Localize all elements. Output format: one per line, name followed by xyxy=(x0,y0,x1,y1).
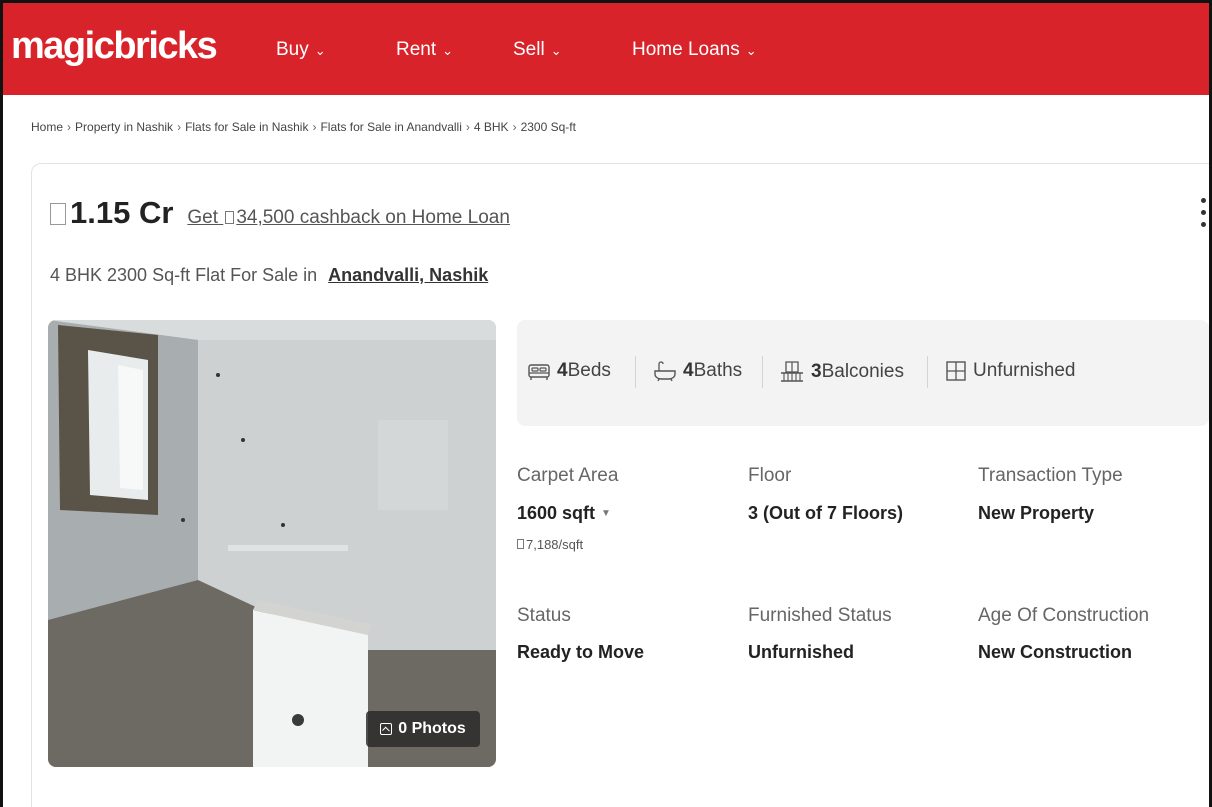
furnished-status-value: Unfurnished xyxy=(748,642,854,662)
divider xyxy=(927,356,928,388)
property-photo[interactable] xyxy=(48,320,496,767)
status-value: Ready to Move xyxy=(517,642,645,662)
image-icon xyxy=(380,723,393,735)
unit-dropdown-icon[interactable]: ▼ xyxy=(601,508,611,519)
nav-rent[interactable]: Rent ⌄ xyxy=(396,39,453,61)
nav-home-loans-label: Home Loans xyxy=(632,39,740,60)
furnishing-label: Unfurnished xyxy=(973,360,1076,381)
chevron-down-icon: ⌄ xyxy=(550,43,562,58)
bath-icon xyxy=(654,361,676,382)
breadcrumb-separator: › xyxy=(465,120,470,134)
chevron-down-icon: ⌄ xyxy=(314,43,326,58)
carpet-area-label: Carpet Area xyxy=(517,465,619,486)
photos-count-label: 0 Photos xyxy=(398,720,466,737)
cashback-link[interactable]: Get 34,500 cashback on Home Loan xyxy=(187,207,510,229)
rupee-icon xyxy=(517,539,524,549)
amenity-furnishing: Unfurnished xyxy=(945,360,1075,382)
floor-value: 3 (Out of 7 Floors) xyxy=(748,503,903,523)
carpet-area-value-text: 1600 sqft xyxy=(517,503,596,523)
price-per-sqft-text: 7,188/sqft xyxy=(526,537,584,552)
baths-label: Baths xyxy=(693,360,743,381)
breadcrumb-separator: › xyxy=(67,120,72,134)
breadcrumb-property-in-nashik[interactable]: Property in Nashik xyxy=(75,120,173,134)
floor-label: Floor xyxy=(748,465,792,486)
balconies-label: Balconies xyxy=(821,361,904,382)
rupee-icon xyxy=(225,211,235,224)
beds-count: 4 xyxy=(557,360,568,381)
age-of-construction-value: New Construction xyxy=(978,642,1133,662)
transaction-type-value: New Property xyxy=(978,503,1095,523)
chevron-down-icon: ⌄ xyxy=(442,43,454,58)
amenity-baths: 4Baths xyxy=(653,360,742,382)
cashback-prefix: Get xyxy=(187,207,219,228)
furnished-status-label: Furnished Status xyxy=(748,605,892,626)
breadcrumb: Home › Property in Nashik › Flats for Sale i… xyxy=(31,120,576,134)
bed-icon xyxy=(528,364,550,380)
breadcrumb-separator: › xyxy=(312,120,317,134)
breadcrumb-home[interactable]: Home xyxy=(31,120,63,134)
nav-home-loans[interactable]: Home Loans ⌄ xyxy=(632,39,757,61)
baths-count: 4 xyxy=(683,360,694,381)
balcony-icon xyxy=(781,361,803,382)
more-options-icon[interactable] xyxy=(1196,195,1209,235)
property-title: 4 BHK 2300 Sq-ft Flat For Sale in Anandv… xyxy=(50,265,488,286)
price: 1.15 Cr xyxy=(70,195,174,230)
breadcrumb-4bhk[interactable]: 4 BHK xyxy=(474,120,509,134)
carpet-area-value: 1600 sqft ▼ xyxy=(517,503,611,524)
divider xyxy=(635,356,636,388)
amenities-bar: 4Beds 4Baths 3Balconies Unfurnished xyxy=(517,320,1209,426)
divider xyxy=(762,356,763,388)
nav-sell-label: Sell xyxy=(513,39,545,60)
price-per-sqft: 7,188/sqft xyxy=(517,537,583,552)
balconies-count: 3 xyxy=(811,361,822,382)
amenity-beds: 4Beds xyxy=(527,360,611,382)
logo[interactable]: magicbricks xyxy=(11,25,218,68)
amenity-balconies: 3Balconies xyxy=(779,360,904,384)
room-photo-image xyxy=(48,320,496,767)
breadcrumb-flats-nashik[interactable]: Flats for Sale in Nashik xyxy=(185,120,308,134)
location-link[interactable]: Anandvalli, Nashik xyxy=(328,265,488,285)
beds-label: Beds xyxy=(567,360,611,381)
nav-rent-label: Rent xyxy=(396,39,437,60)
chevron-down-icon: ⌄ xyxy=(745,43,757,58)
top-navbar: magicbricks Buy ⌄ Rent ⌄ Sell ⌄ Home Loa… xyxy=(3,3,1209,95)
breadcrumb-current: 2300 Sq-ft xyxy=(520,120,576,134)
breadcrumb-separator: › xyxy=(177,120,182,134)
transaction-type-label: Transaction Type xyxy=(978,465,1123,486)
nav-sell[interactable]: Sell ⌄ xyxy=(513,39,562,61)
nav-buy[interactable]: Buy ⌄ xyxy=(276,39,326,61)
price-row: 1.15 Cr Get 34,500 cashback on Home Loan xyxy=(50,195,510,231)
rupee-icon xyxy=(50,203,66,225)
breadcrumb-separator: › xyxy=(512,120,517,134)
nav-buy-label: Buy xyxy=(276,39,309,60)
age-of-construction-label: Age Of Construction xyxy=(978,605,1150,626)
property-title-text: 4 BHK 2300 Sq-ft Flat For Sale in xyxy=(50,265,318,285)
breadcrumb-flats-anandvalli[interactable]: Flats for Sale in Anandvalli xyxy=(320,120,461,134)
status-label: Status xyxy=(517,605,571,626)
photos-count-button[interactable]: 0 Photos xyxy=(366,711,480,747)
cashback-text: 34,500 cashback on Home Loan xyxy=(236,207,510,228)
furnishing-icon xyxy=(946,361,966,381)
page-frame: magicbricks Buy ⌄ Rent ⌄ Sell ⌄ Home Loa… xyxy=(0,0,1212,807)
